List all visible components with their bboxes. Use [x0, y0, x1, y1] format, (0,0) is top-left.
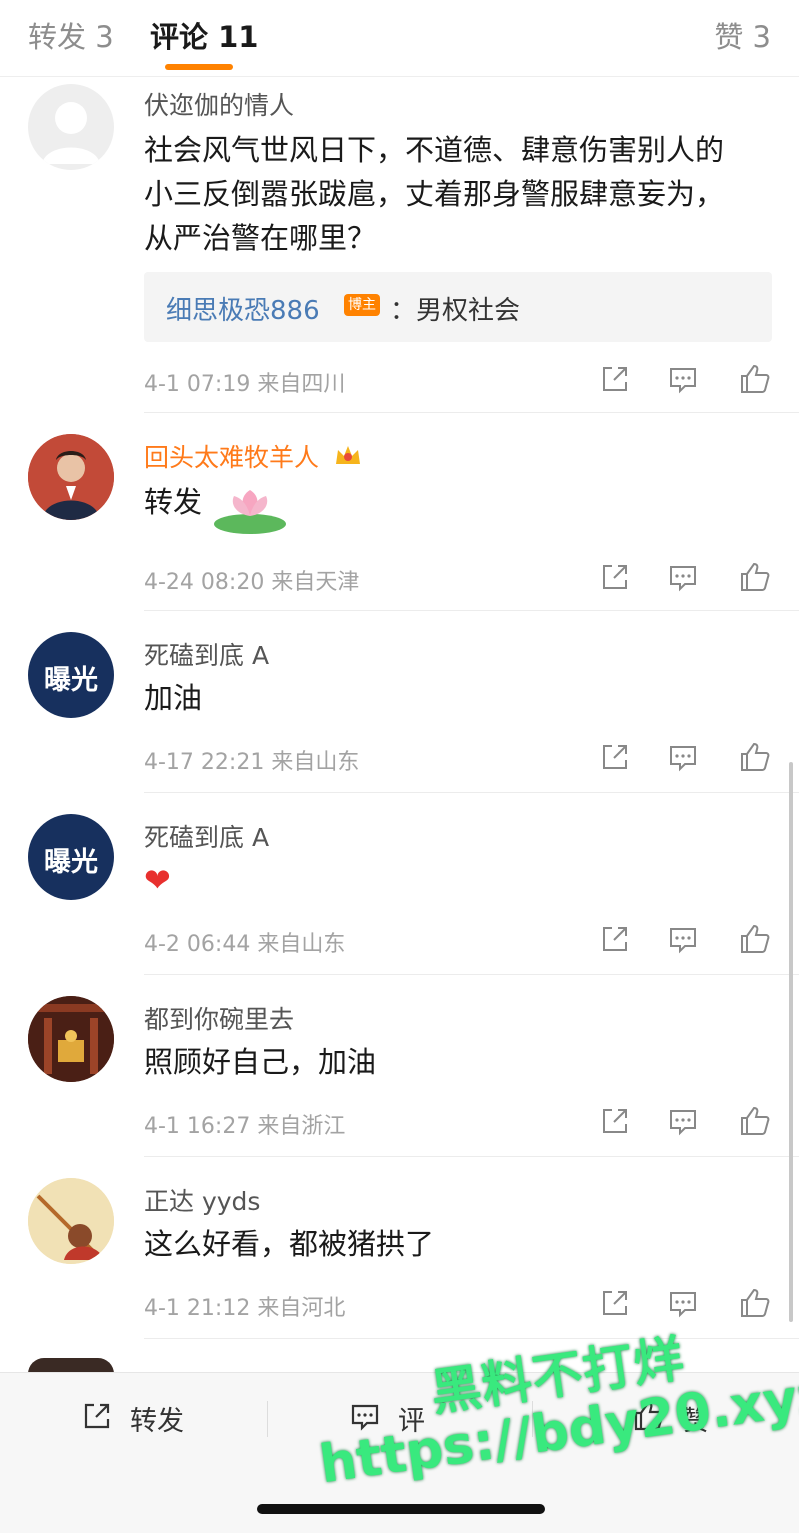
- comment-actions: [596, 1104, 776, 1138]
- comment-actions: [596, 922, 776, 956]
- comment-meta: 4-2 06:44 来自山东: [144, 932, 346, 957]
- divider: [267, 1401, 268, 1437]
- like-icon[interactable]: [738, 922, 772, 956]
- share-icon[interactable]: [598, 1286, 632, 1320]
- comment-meta: 4-1 21:12 来自河北: [144, 1296, 346, 1321]
- comment-text: 社会风气世风日下，不道德、肆意伤害别人的 小三反倒嚣张跋扈，丈着那身警服肆意妄为…: [144, 128, 784, 260]
- avatar-label: 曝光: [44, 665, 98, 696]
- comment-item: 回头太难牧羊人 转发 4-24 08:20 来自天津: [0, 432, 799, 612]
- comment-text-content: 转发: [144, 485, 203, 519]
- share-icon: [84, 1403, 110, 1429]
- comment-username[interactable]: 回头太难牧羊人: [144, 438, 363, 474]
- comment-actions: [596, 560, 776, 594]
- divider: [144, 974, 799, 975]
- home-indicator[interactable]: [257, 1504, 545, 1514]
- comment-item: 都到你碗里去 照顾好自己，加油 4-1 16:27 来自浙江: [0, 996, 799, 1158]
- lotus-sticker-icon: [214, 490, 286, 534]
- avatar[interactable]: [28, 434, 114, 520]
- comment-username[interactable]: 死磕到底 A: [144, 636, 269, 672]
- scrollbar[interactable]: [789, 762, 793, 1322]
- comment-meta: 4-1 16:27 来自浙江: [144, 1114, 346, 1139]
- comment-icon[interactable]: [666, 922, 700, 956]
- temple-photo-icon: [28, 996, 114, 1082]
- share-icon[interactable]: [598, 740, 632, 774]
- divider: [144, 412, 799, 413]
- share-icon[interactable]: [598, 362, 632, 396]
- tab-repost[interactable]: 转发 3: [28, 14, 114, 56]
- like-icon[interactable]: [738, 1286, 772, 1320]
- comment-username[interactable]: 正达 yyds: [144, 1182, 260, 1218]
- divider: [144, 1156, 799, 1157]
- active-tab-indicator: [165, 64, 233, 70]
- vip-crown-icon: [335, 446, 360, 464]
- comment-meta: 4-17 22:21 来自山东: [144, 750, 360, 775]
- heart-emoji: ❤: [144, 861, 171, 899]
- username-text: 回头太难牧羊人: [144, 443, 320, 472]
- comment-username[interactable]: 死磕到底 A: [144, 818, 269, 854]
- author-badge: 博主: [344, 294, 380, 316]
- avatar[interactable]: [28, 1178, 114, 1264]
- share-icon[interactable]: [598, 922, 632, 956]
- comment-icon[interactable]: [666, 1286, 700, 1320]
- comment-text-line: 小三反倒嚣张跋扈，丈着那身警服肆意妄为，: [144, 177, 725, 211]
- divider: [144, 792, 799, 793]
- comment-meta: 4-1 07:19 来自四川: [144, 372, 346, 397]
- reply-preview[interactable]: 细思极恐886 博主 ：男权社会: [144, 272, 772, 342]
- comment-item: 曝光 死磕到底 A ❤ 4-2 06:44 来自山东: [0, 814, 799, 976]
- divider: [144, 610, 799, 611]
- monkey-king-photo-icon: [28, 1178, 114, 1264]
- tab-comments[interactable]: 评论 11: [150, 14, 258, 56]
- comment-text: 加油: [144, 681, 203, 715]
- reply-username[interactable]: 细思极恐886: [166, 290, 320, 327]
- comment-item: 伏迩伽的情人 社会风气世风日下，不道德、肆意伤害别人的 小三反倒嚣张跋扈，丈着那…: [0, 84, 799, 414]
- avatar[interactable]: 曝光: [28, 632, 114, 718]
- comment-username[interactable]: 伏迩伽的情人: [144, 86, 294, 122]
- share-icon[interactable]: [598, 1104, 632, 1138]
- avatar[interactable]: 曝光: [28, 814, 114, 900]
- user-photo-icon: [28, 434, 114, 520]
- comment-item: 正达 yyds 这么好看，都被猪拱了 4-1 21:12 来自河北: [0, 1178, 799, 1340]
- like-icon[interactable]: [738, 740, 772, 774]
- comment-username[interactable]: 都到你碗里去: [144, 1000, 294, 1036]
- like-icon[interactable]: [738, 1104, 772, 1138]
- avatar-label: 曝光: [44, 847, 98, 878]
- comment-text-line: 从严治警在哪里？: [144, 221, 377, 255]
- tab-likes[interactable]: 赞 3: [714, 14, 771, 56]
- avatar[interactable]: [28, 996, 114, 1082]
- comment-text-line: 社会风气世风日下，不道德、肆意伤害别人的: [144, 133, 725, 167]
- comment-text: 照顾好自己，加油: [144, 1045, 377, 1079]
- comment-meta: 4-24 08:20 来自天津: [144, 570, 360, 595]
- comment-actions: [596, 362, 776, 396]
- reply-text: ：男权社会: [390, 296, 521, 326]
- like-icon[interactable]: [738, 560, 772, 594]
- comment-tabs: 转发 3 评论 11 赞 3: [0, 0, 799, 77]
- comment-actions: [596, 740, 776, 774]
- divider: [144, 1338, 799, 1339]
- comment-item: 曝光 死磕到底 A 加油 4-17 22:21 来自山东: [0, 632, 799, 794]
- comment-text: 这么好看，都被猪拱了: [144, 1227, 435, 1261]
- comment-actions: [596, 1286, 776, 1320]
- like-icon[interactable]: [738, 362, 772, 396]
- share-icon[interactable]: [598, 560, 632, 594]
- default-avatar-icon: [42, 102, 100, 164]
- repost-label: 转发: [130, 1406, 184, 1437]
- comment-icon[interactable]: [666, 740, 700, 774]
- avatar[interactable]: [28, 84, 114, 170]
- comment-icon[interactable]: [666, 362, 700, 396]
- comment-icon[interactable]: [666, 560, 700, 594]
- comment-icon[interactable]: [666, 1104, 700, 1138]
